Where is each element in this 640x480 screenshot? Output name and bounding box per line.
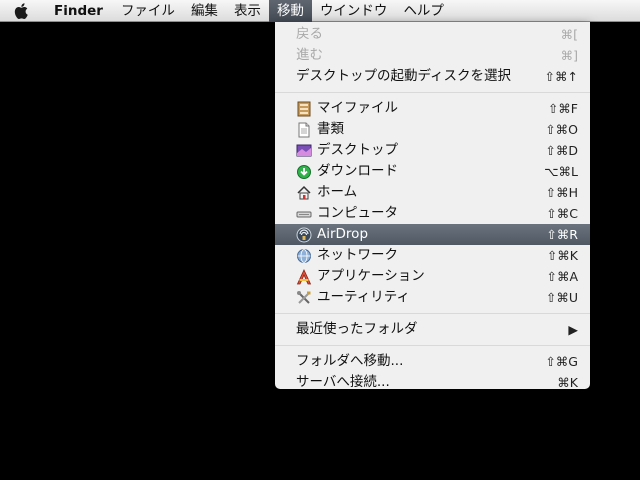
- menu-item-label: ホーム: [317, 184, 358, 200]
- menu-item-label: デスクトップ: [317, 142, 398, 158]
- menu-separator: [275, 92, 590, 93]
- menu-item-label: 書類: [317, 121, 344, 137]
- submenu-arrow-icon: ▶: [568, 322, 578, 337]
- menu-item-forward[interactable]: 進む ⌘]: [275, 45, 590, 66]
- menu-finder[interactable]: Finder: [44, 0, 113, 22]
- airdrop-icon: [296, 227, 312, 242]
- all-my-files-icon: [297, 101, 311, 116]
- menu-item-shortcut: ⇧⌘O: [545, 122, 578, 137]
- menu-item-label: 戻る: [296, 26, 323, 42]
- menu-item-label: アプリケーション: [317, 268, 425, 284]
- menu-item-shortcut: ⇧⌘A: [546, 269, 578, 284]
- menu-item-label: 最近使ったフォルダ: [296, 321, 418, 337]
- menu-item-label: ネットワーク: [317, 247, 398, 263]
- menu-item-shortcut: ⇧⌘F: [547, 101, 578, 116]
- menu-bar: Finder ファイル 編集 表示 移動 ウインドウ ヘルプ: [0, 0, 640, 22]
- computer-icon: [296, 211, 312, 217]
- menu-item-shortcut: ⌥⌘L: [544, 164, 578, 179]
- home-icon: [297, 185, 311, 199]
- menu-item-label: ダウンロード: [317, 163, 398, 179]
- menu-item-shortcut: ⌘]: [560, 48, 578, 63]
- menu-item-label: フォルダへ移動...: [296, 353, 404, 369]
- desktop-icon: [296, 144, 312, 156]
- downloads-icon: [297, 164, 311, 179]
- menu-item-documents[interactable]: 書類 ⇧⌘O: [275, 119, 590, 140]
- menu-edit[interactable]: 編集: [183, 0, 226, 22]
- apple-icon: [14, 2, 28, 19]
- menu-item-connect-to-server[interactable]: サーバへ接続... ⌘K: [275, 372, 590, 393]
- documents-icon: [298, 122, 310, 137]
- menu-help[interactable]: ヘルプ: [395, 0, 452, 22]
- menu-item-desktop[interactable]: デスクトップ ⇧⌘D: [275, 140, 590, 161]
- menu-item-shortcut: ⌘[: [560, 27, 578, 42]
- applications-icon: [296, 268, 312, 284]
- go-menu-dropdown: 戻る ⌘[ 進む ⌘] デスクトップの起動ディスクを選択 ⇧⌘↑ マイファイル …: [275, 22, 590, 390]
- menu-item-label: AirDrop: [317, 226, 369, 242]
- menu-item-shortcut: ⇧⌘H: [545, 185, 578, 200]
- menu-item-recent-folders[interactable]: 最近使ったフォルダ ▶: [275, 319, 590, 340]
- menu-item-applications[interactable]: アプリケーション ⇧⌘A: [275, 266, 590, 287]
- menu-item-downloads[interactable]: ダウンロード ⌥⌘L: [275, 161, 590, 182]
- menu-item-home[interactable]: ホーム ⇧⌘H: [275, 182, 590, 203]
- menu-item-computer[interactable]: コンピュータ ⇧⌘C: [275, 203, 590, 224]
- menu-item-label: 進む: [296, 47, 323, 63]
- menu-item-label: サーバへ接続...: [296, 374, 390, 390]
- menu-separator: [275, 313, 590, 314]
- menu-item-utilities[interactable]: ユーティリティ ⇧⌘U: [275, 287, 590, 308]
- menu-window[interactable]: ウインドウ: [312, 0, 396, 22]
- menu-item-shortcut: ⇧⌘D: [545, 143, 578, 158]
- screen: Finder ファイル 編集 表示 移動 ウインドウ ヘルプ 戻る ⌘[ 進む …: [0, 0, 640, 480]
- menu-file[interactable]: ファイル: [113, 0, 183, 22]
- menu-separator: [275, 345, 590, 346]
- menu-view[interactable]: 表示: [226, 0, 269, 22]
- menu-go[interactable]: 移動: [268, 0, 312, 22]
- apple-menu[interactable]: [0, 0, 44, 22]
- menu-item-select-startup-disk[interactable]: デスクトップの起動ディスクを選択 ⇧⌘↑: [275, 66, 590, 87]
- menu-item-network[interactable]: ネットワーク ⇧⌘K: [275, 245, 590, 266]
- menu-item-airdrop[interactable]: AirDrop ⇧⌘R: [275, 224, 590, 245]
- menu-item-all-my-files[interactable]: マイファイル ⇧⌘F: [275, 98, 590, 119]
- menu-item-back[interactable]: 戻る ⌘[: [275, 24, 590, 45]
- menu-item-label: コンピュータ: [317, 205, 398, 221]
- utilities-icon: [297, 290, 311, 304]
- menu-item-label: ユーティリティ: [317, 289, 410, 305]
- menu-item-go-to-folder[interactable]: フォルダへ移動... ⇧⌘G: [275, 351, 590, 372]
- menu-item-shortcut: ⌘K: [557, 375, 578, 390]
- menu-item-shortcut: ⇧⌘G: [545, 354, 578, 369]
- network-icon: [297, 248, 311, 263]
- menu-item-shortcut: ⇧⌘K: [546, 248, 578, 263]
- menu-item-shortcut: ⇧⌘C: [546, 206, 578, 221]
- menu-item-label: デスクトップの起動ディスクを選択: [296, 68, 512, 84]
- menu-item-label: マイファイル: [317, 100, 398, 116]
- menu-item-shortcut: ⇧⌘↑: [544, 69, 578, 84]
- menu-item-shortcut: ⇧⌘U: [545, 290, 578, 305]
- menu-item-shortcut: ⇧⌘R: [546, 227, 578, 242]
